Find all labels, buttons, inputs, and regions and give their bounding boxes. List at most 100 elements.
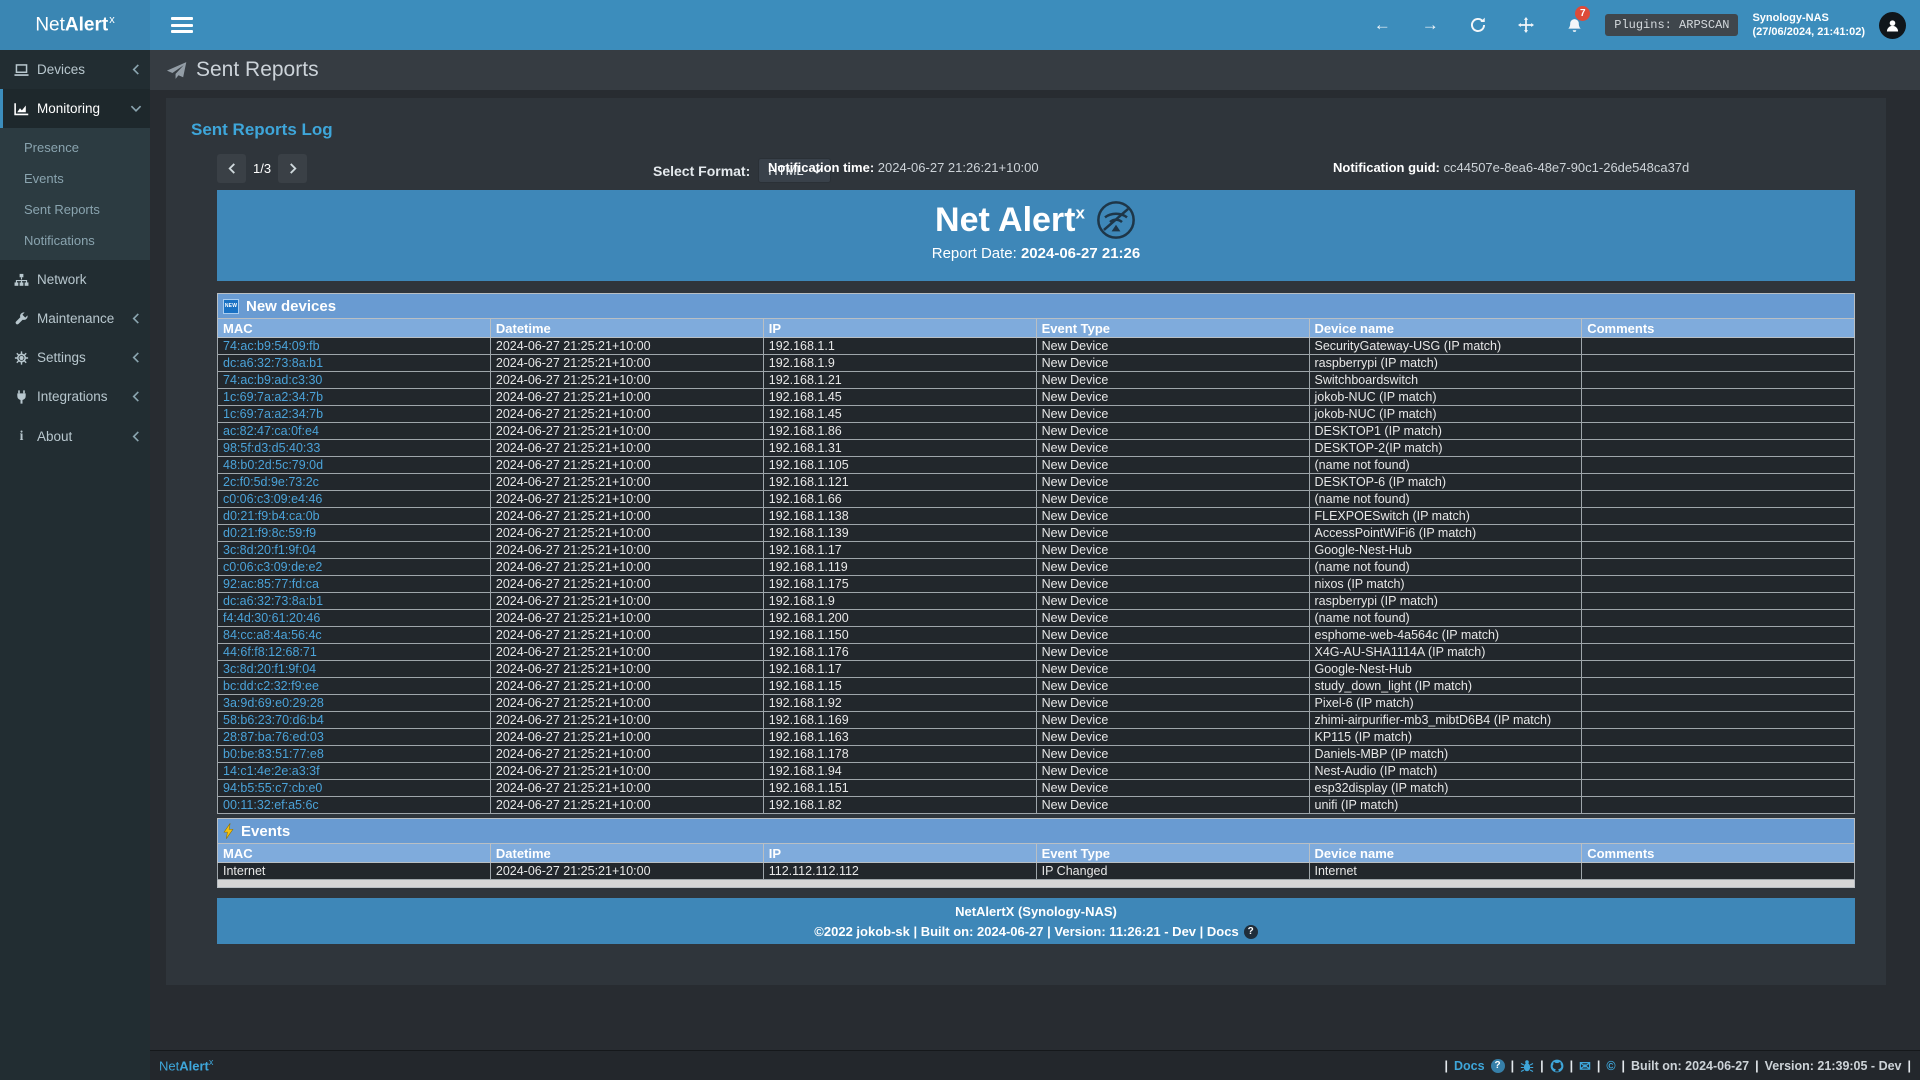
comments-cell [1582,372,1855,389]
chevron-down-icon [131,105,142,113]
mac-cell[interactable]: 74:ac:b9:54:09:fb [218,338,491,355]
next-page-button[interactable] [278,154,307,183]
sidebar-toggle-button[interactable] [171,17,193,33]
ip-cell: 192.168.1.175 [763,576,1036,593]
table-row: 48:b0:2d:5c:79:0d2024-06-27 21:25:21+10:… [218,457,1855,474]
mac-cell[interactable]: 48:b0:2d:5c:79:0d [218,457,491,474]
report-footer-meta: ©2022 jokob-sk | Built on: 2024-06-27 | … [217,924,1855,939]
app-logo[interactable]: NetAlertx [0,0,150,50]
chevron-left-icon [132,64,140,75]
mac-cell[interactable]: dc:a6:32:73:8a:b1 [218,355,491,372]
datetime-cell: 2024-06-27 21:25:21+10:00 [490,797,763,814]
forward-arrow-icon[interactable]: → [1413,8,1447,42]
question-circle-icon: ? [1244,925,1258,939]
mac-cell[interactable]: 84:cc:a8:4a:56:4c [218,627,491,644]
mac-cell[interactable]: ac:82:47:ca:0f:e4 [218,423,491,440]
mac-cell[interactable]: 2c:f0:5d:9e:73:2c [218,474,491,491]
mac-cell[interactable]: f4:4d:30:61:20:46 [218,610,491,627]
back-arrow-icon[interactable]: ← [1365,8,1399,42]
device-name-cell: raspberrypi (IP match) [1309,593,1582,610]
datetime-cell: 2024-06-27 21:25:21+10:00 [490,644,763,661]
mac-cell[interactable]: dc:a6:32:73:8a:b1 [218,593,491,610]
sidebar-subitem-notifications[interactable]: Notifications [0,225,150,256]
mac-cell[interactable]: d0:21:f9:b4:ca:0b [218,508,491,525]
datetime-cell: 2024-06-27 21:25:21+10:00 [490,627,763,644]
mac-cell[interactable]: d0:21:f9:8c:59:f9 [218,525,491,542]
copyright-icon[interactable]: © [1606,1059,1615,1073]
mac-cell[interactable]: 1c:69:7a:a2:34:7b [218,406,491,423]
person-icon [1885,18,1900,33]
sidebar-item-network[interactable]: Network [0,260,150,299]
datetime-cell: 2024-06-27 21:25:21+10:00 [490,423,763,440]
prev-page-button[interactable] [217,154,246,183]
mac-cell[interactable]: c0:06:c3:09:e4:46 [218,491,491,508]
mac-cell[interactable]: 14:c1:4e:2e:a3:3f [218,763,491,780]
comments-cell [1582,593,1855,610]
event-type-cell: New Device [1036,627,1309,644]
refresh-icon[interactable] [1461,8,1495,42]
mac-cell[interactable]: 1c:69:7a:a2:34:7b [218,389,491,406]
ip-cell: 192.168.1.1 [763,338,1036,355]
user-avatar[interactable] [1879,12,1906,39]
device-name-cell: esphome-web-4a564c (IP match) [1309,627,1582,644]
sidebar-item-settings[interactable]: Settings [0,338,150,377]
sidebar-subitem-presence[interactable]: Presence [0,132,150,163]
ip-cell: 192.168.1.86 [763,423,1036,440]
mac-cell[interactable]: 28:87:ba:76:ed:03 [218,729,491,746]
mac-cell[interactable]: b0:be:83:51:77:e8 [218,746,491,763]
device-name-cell: Nest-Audio (IP match) [1309,763,1582,780]
paper-plane-icon [166,61,187,80]
sidebar-item-about[interactable]: i About [0,416,150,456]
sidebar-subitem-sent-reports[interactable]: Sent Reports [0,194,150,225]
mac-cell[interactable]: 3c:8d:20:f1:9f:04 [218,542,491,559]
wrench-icon [14,312,29,326]
mac-cell[interactable]: 3c:8d:20:f1:9f:04 [218,661,491,678]
notifications-bell-icon[interactable]: 7 [1557,8,1591,42]
mac-cell[interactable]: 58:b6:23:70:d6:b4 [218,712,491,729]
mac-cell[interactable]: 74:ac:b9:ad:c3:30 [218,372,491,389]
mac-cell[interactable]: bc:dd:c2:32:f9:ee [218,678,491,695]
mac-cell[interactable]: c0:06:c3:09:de:e2 [218,559,491,576]
ip-cell: 192.168.1.150 [763,627,1036,644]
envelope-icon[interactable]: ✉ [1579,1059,1591,1073]
device-name-cell: SecurityGateway-USG (IP match) [1309,338,1582,355]
mac-cell[interactable]: 94:b5:55:c7:cb:e0 [218,780,491,797]
device-name-cell: (name not found) [1309,610,1582,627]
datetime-cell: 2024-06-27 21:25:21+10:00 [490,372,763,389]
mac-cell[interactable]: 92:ac:85:77:fd:ca [218,576,491,593]
event-type-cell: New Device [1036,542,1309,559]
event-type-cell: New Device [1036,797,1309,814]
sidebar-item-maintenance[interactable]: Maintenance [0,299,150,338]
mac-cell[interactable]: 44:6f:f8:12:68:71 [218,644,491,661]
lightning-bolt-icon [223,823,234,839]
event-type-cell: New Device [1036,610,1309,627]
table-row: b0:be:83:51:77:e82024-06-27 21:25:21+10:… [218,746,1855,763]
sidebar-subitem-events[interactable]: Events [0,163,150,194]
sidebar-item-monitoring[interactable]: Monitoring [0,89,150,128]
mac-cell[interactable]: 00:11:32:ef:a5:6c [218,797,491,814]
question-circle-icon[interactable]: ? [1491,1059,1505,1073]
table-row: 74:ac:b9:ad:c3:302024-06-27 21:25:21+10:… [218,372,1855,389]
ip-cell: 192.168.1.9 [763,593,1036,610]
comments-cell [1582,763,1855,780]
sidebar-item-devices[interactable]: Devices [0,50,150,89]
docs-link[interactable]: Docs [1454,1059,1485,1073]
ip-cell: 192.168.1.176 [763,644,1036,661]
move-arrows-icon[interactable] [1509,8,1543,42]
table-row: 92:ac:85:77:fd:ca2024-06-27 21:25:21+10:… [218,576,1855,593]
datetime-cell: 2024-06-27 21:25:21+10:00 [490,576,763,593]
event-type-cell: New Device [1036,389,1309,406]
event-type-cell: New Device [1036,372,1309,389]
mac-cell[interactable]: 98:5f:d3:d5:40:33 [218,440,491,457]
footer-brand[interactable]: NetAlertx [159,1057,213,1073]
report-date: Report Date: 2024-06-27 21:26 [217,245,1855,262]
mac-cell[interactable]: 3a:9d:69:e0:29:28 [218,695,491,712]
github-icon[interactable] [1550,1059,1564,1073]
sidebar-item-integrations[interactable]: Integrations [0,377,150,416]
ip-cell: 192.168.1.94 [763,763,1036,780]
datetime-cell: 2024-06-27 21:25:21+10:00 [490,508,763,525]
comments-cell [1582,644,1855,661]
bug-icon[interactable] [1520,1059,1534,1073]
table-row: 98:5f:d3:d5:40:332024-06-27 21:25:21+10:… [218,440,1855,457]
datetime-cell: 2024-06-27 21:25:21+10:00 [490,474,763,491]
